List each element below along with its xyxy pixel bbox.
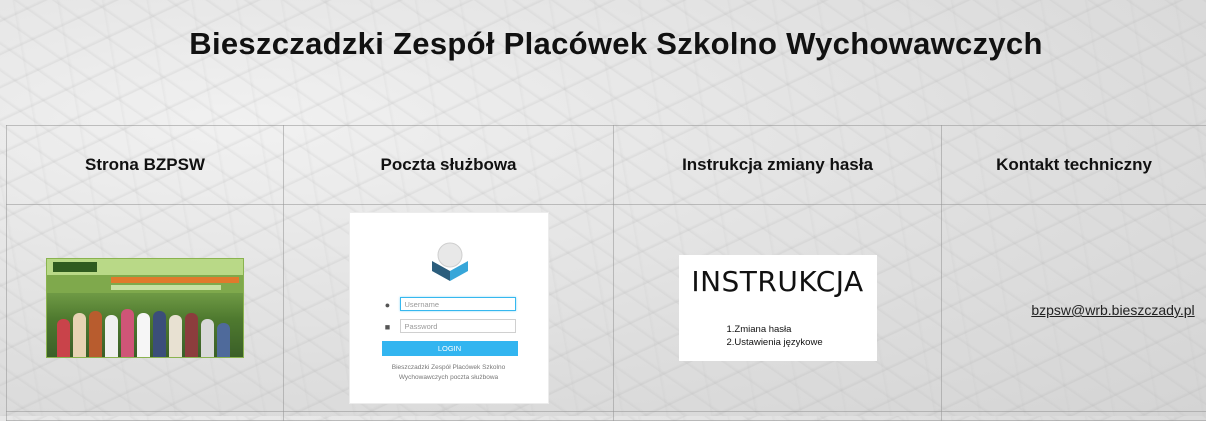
password-input[interactable]: Password [400,319,516,333]
person-figure [105,315,118,357]
instructions-list: 1.Zmiana hasła 2.Ustawienia językowe [727,323,823,349]
password-row: ■ Password [382,319,518,335]
empty-cell [614,412,942,421]
instructions-item: 1.Zmiana hasła [727,323,823,336]
column-header-mail: Poczta służbowa [284,126,614,205]
links-table: Strona BZPSW Poczta służbowa Instrukcja … [6,125,1206,421]
person-figure [89,311,102,357]
username-input[interactable]: Username [400,297,516,311]
table-content-row: ● Username ■ Password LOGIN Bieszczadzki… [7,205,1206,412]
person-figure [137,313,150,357]
instructions-item: 2.Ustawienia językowe [727,336,823,349]
site-cell [7,205,284,412]
instructions-title: INSTRUKCJA [679,265,877,298]
lock-icon: ■ [382,321,394,333]
column-header-label: Instrukcja zmiany hasła [682,155,873,174]
site-thumbnail-link[interactable] [46,258,244,358]
empty-cell [942,412,1206,421]
contact-email-link[interactable]: bzpsw@wrb.bieszczady.pl [1031,302,1194,318]
person-figure [217,323,230,357]
username-row: ● Username [382,297,518,313]
empty-cell [7,412,284,421]
user-icon: ● [382,299,394,311]
person-figure [57,319,70,357]
mail-footer-text: Bieszczadzki Zespół Placówek Szkolno Wyc… [370,363,528,383]
person-figure [153,311,166,357]
person-figure [73,313,86,357]
table-tail-row [7,412,1206,421]
site-logo [53,262,97,272]
site-thumbnail-submenu [111,285,221,290]
mail-thumbnail-link[interactable]: ● Username ■ Password LOGIN Bieszczadzki… [349,212,549,404]
person-figure [169,315,182,357]
person-figure [185,313,198,357]
page: Bieszczadzki Zespół Placówek Szkolno Wyc… [6,4,1206,416]
person-figure [201,319,214,357]
site-thumbnail-header [47,259,243,275]
column-header-instructions: Instrukcja zmiany hasła [614,126,942,205]
column-header-label: Strona BZPSW [85,155,205,174]
person-figure [121,309,134,357]
empty-cell [284,412,614,421]
roundcube-logo-icon [428,237,472,281]
group-photo [47,293,243,357]
contact-cell: bzpsw@wrb.bieszczady.pl [942,205,1206,412]
login-button[interactable]: LOGIN [382,341,518,356]
site-thumbnail-menu [111,277,239,283]
column-header-label: Kontakt techniczny [996,155,1152,174]
instructions-thumbnail-link[interactable]: INSTRUKCJA 1.Zmiana hasła 2.Ustawienia j… [679,255,877,361]
mail-cell: ● Username ■ Password LOGIN Bieszczadzki… [284,205,614,412]
column-header-contact: Kontakt techniczny [942,126,1206,205]
column-header-label: Poczta służbowa [380,155,516,174]
page-title: Bieszczadzki Zespół Placówek Szkolno Wyc… [6,26,1206,62]
table-header-row: Strona BZPSW Poczta służbowa Instrukcja … [7,126,1206,205]
instructions-cell: INSTRUKCJA 1.Zmiana hasła 2.Ustawienia j… [614,205,942,412]
column-header-site: Strona BZPSW [7,126,284,205]
